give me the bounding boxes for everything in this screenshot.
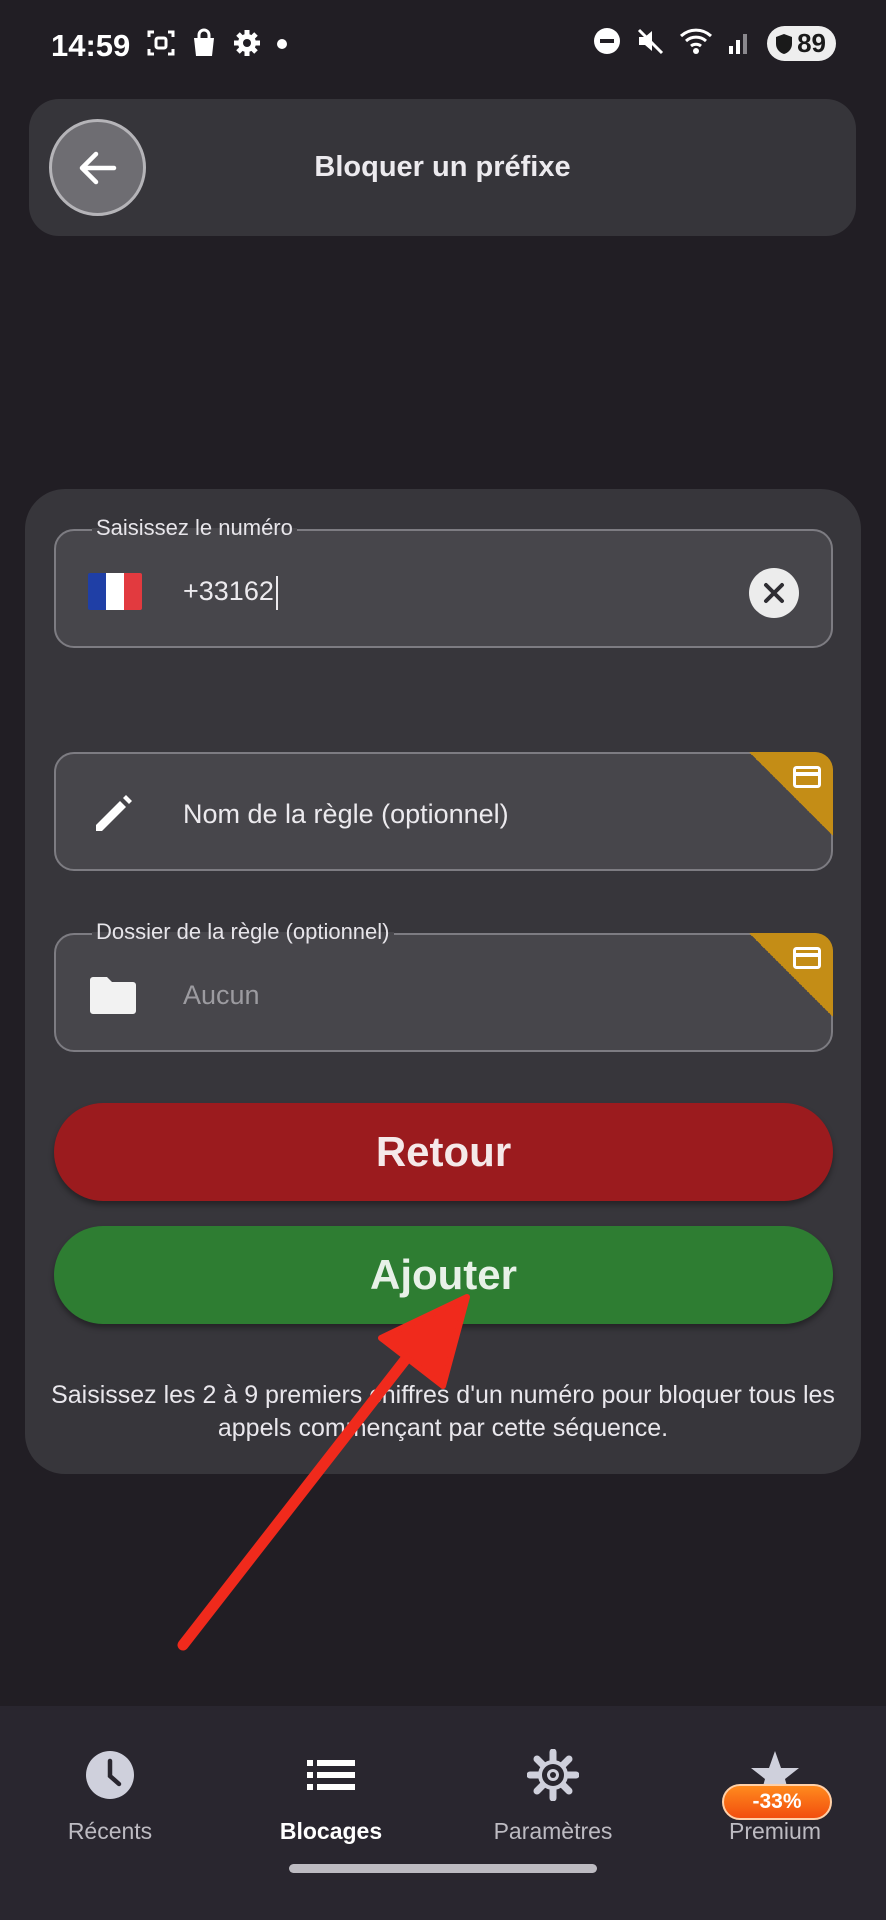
clock-icon — [10, 1746, 210, 1804]
pencil-icon — [88, 791, 138, 837]
premium-badge[interactable] — [749, 933, 833, 1017]
phone-number-value: +33162 — [183, 576, 274, 607]
premium-card-icon — [793, 947, 821, 969]
hint-text: Saisissez les 2 à 9 premiers chiffres d'… — [51, 1381, 835, 1442]
battery-level: 89 — [797, 28, 826, 58]
shopping-bag-icon — [190, 28, 218, 63]
france-flag-icon[interactable] — [88, 573, 142, 610]
battery-indicator: 89 — [767, 26, 836, 61]
phone-number-input[interactable]: +33162 — [183, 576, 278, 610]
nav-blocages-label: Blocages — [279, 1818, 383, 1844]
list-icon — [231, 1746, 431, 1804]
wifi-6e-icon — [679, 26, 713, 61]
dot-icon — [276, 37, 288, 55]
rule-name-field[interactable]: Nom de la règle (optionnel) — [54, 752, 833, 871]
ajouter-button[interactable]: Ajouter — [54, 1226, 833, 1324]
nav-premium-label: Premium — [728, 1818, 821, 1844]
clear-button[interactable] — [749, 568, 799, 618]
premium-badge[interactable] — [749, 752, 833, 836]
nav-parametres[interactable]: Paramètres — [453, 1746, 653, 1845]
settings-gear-icon — [232, 28, 262, 63]
nav-parametres-label: Paramètres — [493, 1818, 613, 1844]
battery-shield-icon — [776, 33, 793, 54]
folder-icon — [88, 972, 138, 1018]
block-prefix-form: Saisissez le numéro +33162 Nom de la règ… — [25, 489, 861, 1474]
premium-card-icon — [793, 766, 821, 788]
status-time: 14:59 — [51, 28, 131, 63]
do-not-disturb-icon — [593, 27, 621, 60]
mute-icon — [635, 26, 665, 61]
phone-number-label: Saisissez le numéro — [92, 515, 297, 541]
page-title: Bloquer un préfixe — [314, 151, 571, 183]
phone-number-field[interactable]: Saisissez le numéro +33162 — [54, 515, 833, 648]
retour-button[interactable]: Retour — [54, 1103, 833, 1201]
nav-blocages[interactable]: Blocages — [231, 1746, 431, 1845]
rule-folder-label: Dossier de la règle (optionnel) — [92, 919, 394, 945]
nav-recents[interactable]: Récents — [10, 1746, 210, 1845]
screenshot-icon — [146, 28, 176, 63]
text-caret — [275, 576, 278, 610]
status-bar: 14:59 89 — [0, 0, 886, 92]
home-indicator[interactable] — [289, 1864, 597, 1873]
rule-folder-field[interactable]: Dossier de la règle (optionnel) Aucun — [54, 919, 833, 1052]
rule-folder-value: Aucun — [183, 980, 260, 1010]
gear-icon — [453, 1746, 653, 1804]
signal-icon — [727, 26, 753, 61]
close-icon — [764, 583, 784, 603]
rule-name-placeholder: Nom de la règle (optionnel) — [183, 799, 509, 829]
premium-discount-badge[interactable]: -33% — [722, 1784, 832, 1820]
app-header: Bloquer un préfixe — [29, 99, 856, 236]
nav-recents-label: Récents — [67, 1818, 153, 1844]
